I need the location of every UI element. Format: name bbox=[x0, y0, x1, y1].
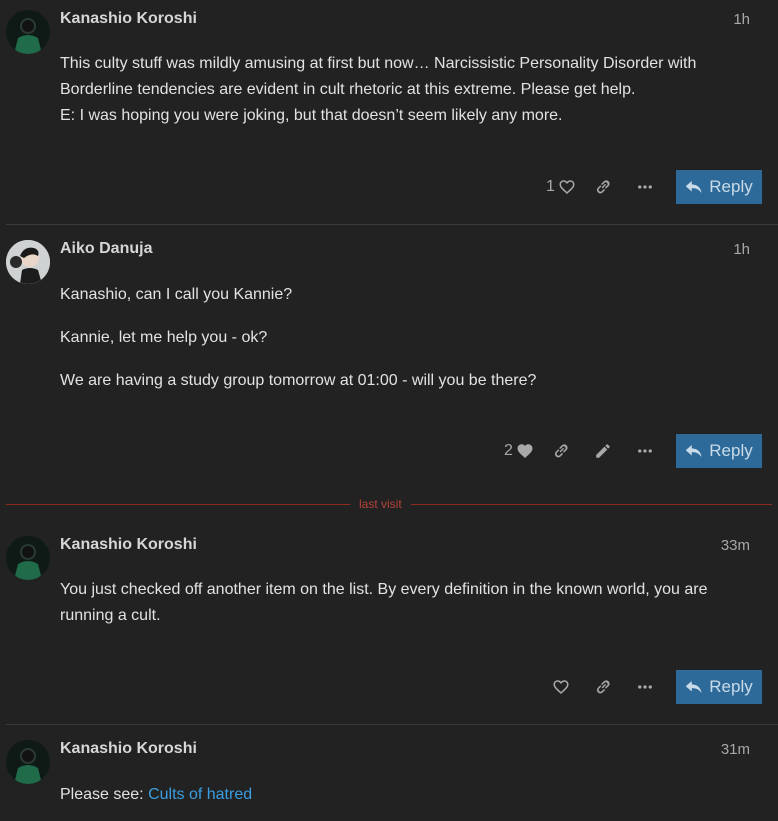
share-link-button[interactable] bbox=[582, 670, 624, 704]
post-body: Please see: Cults of hatred bbox=[60, 782, 748, 808]
reply-button[interactable]: Reply bbox=[676, 170, 762, 204]
last-visit-label: last visit bbox=[350, 497, 411, 511]
avatar[interactable] bbox=[6, 10, 50, 54]
username[interactable]: Aiko Danuja bbox=[60, 240, 152, 258]
like-count: 2 bbox=[504, 442, 513, 459]
reply-button[interactable]: Reply bbox=[676, 670, 762, 704]
post-divider bbox=[6, 224, 778, 225]
reply-label: Reply bbox=[709, 677, 753, 696]
post-time[interactable]: 1h bbox=[733, 241, 750, 258]
post-time[interactable]: 31m bbox=[721, 741, 750, 758]
see-prefix: Please see: bbox=[60, 786, 149, 803]
reply-arrow-icon bbox=[686, 181, 702, 193]
post-paragraph: This culty stuff was mildly amusing at f… bbox=[60, 55, 697, 98]
heart-filled-icon bbox=[517, 444, 533, 458]
share-link-button[interactable] bbox=[582, 170, 624, 204]
link-icon bbox=[554, 444, 568, 458]
post-paragraph: Kannie, let me help you - ok? bbox=[60, 329, 268, 346]
more-options-button[interactable] bbox=[624, 670, 666, 704]
post-body: You just checked off another item on the… bbox=[60, 577, 748, 629]
post-actions: Reply bbox=[540, 670, 762, 704]
reply-arrow-icon bbox=[686, 445, 702, 457]
like-button[interactable]: 1 bbox=[540, 170, 582, 204]
like-count: 1 bbox=[546, 178, 555, 195]
reply-button[interactable]: Reply bbox=[676, 434, 762, 468]
username[interactable]: Kanashio Koroshi bbox=[60, 536, 197, 554]
post-paragraph: You just checked off another item on the… bbox=[60, 581, 708, 624]
ellipsis-icon bbox=[638, 185, 652, 189]
more-options-button[interactable] bbox=[624, 434, 666, 468]
like-button[interactable] bbox=[540, 670, 582, 704]
post-body: Kanashio, can I call you Kannie? Kannie,… bbox=[60, 282, 748, 394]
post-time[interactable]: 33m bbox=[721, 537, 750, 554]
post-paragraph: We are having a study group tomorrow at … bbox=[60, 372, 537, 389]
heart-outline-icon bbox=[559, 180, 575, 194]
like-button[interactable]: 2 bbox=[498, 434, 540, 468]
post-actions: 1 Reply bbox=[540, 170, 762, 204]
ellipsis-icon bbox=[638, 449, 652, 453]
avatar[interactable] bbox=[6, 536, 50, 580]
post-time[interactable]: 1h bbox=[733, 11, 750, 28]
link-icon bbox=[596, 680, 610, 694]
post-body: This culty stuff was mildly amusing at f… bbox=[60, 51, 748, 129]
pencil-icon bbox=[596, 444, 610, 458]
heart-outline-icon bbox=[553, 680, 569, 694]
topic-link[interactable]: Cults of hatred bbox=[148, 786, 252, 803]
username[interactable]: Kanashio Koroshi bbox=[60, 740, 197, 758]
edit-button[interactable] bbox=[582, 434, 624, 468]
post-paragraph: Please see: Cults of hatred bbox=[60, 782, 748, 808]
link-icon bbox=[596, 180, 610, 194]
ellipsis-icon bbox=[638, 685, 652, 689]
avatar[interactable] bbox=[6, 240, 50, 284]
reply-label: Reply bbox=[709, 441, 753, 460]
more-options-button[interactable] bbox=[624, 170, 666, 204]
avatar[interactable] bbox=[6, 740, 50, 784]
username[interactable]: Kanashio Koroshi bbox=[60, 10, 197, 28]
post-actions: 2 Reply bbox=[498, 434, 762, 468]
post-divider bbox=[6, 724, 778, 725]
post-paragraph: E: I was hoping you were joking, but tha… bbox=[60, 107, 563, 124]
post-paragraph: Kanashio, can I call you Kannie? bbox=[60, 286, 293, 303]
reply-label: Reply bbox=[709, 177, 753, 196]
share-link-button[interactable] bbox=[540, 434, 582, 468]
reply-arrow-icon bbox=[686, 681, 702, 693]
